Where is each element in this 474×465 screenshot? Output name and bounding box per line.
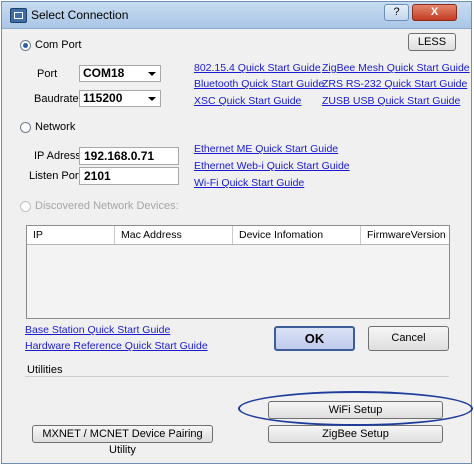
baudrate-label: Baudrate [34,93,79,105]
column-header-firmware-version[interactable]: FirmwareVersion [361,226,449,244]
ip-address-label: IP Adress [34,150,81,162]
guide-802154-link[interactable]: 802.15.4 Quick Start Guide [194,62,321,74]
column-header-ip[interactable]: IP [27,226,115,244]
column-header-mac-address[interactable]: Mac Address [115,226,233,244]
port-select-value: COM18 [83,66,125,80]
less-button[interactable]: LESS [408,33,456,51]
network-radio[interactable] [20,122,31,133]
chevron-down-icon[interactable] [148,97,156,101]
discovered-devices-table[interactable]: IP Mac Address Device Infomation Firmwar… [26,225,450,319]
guide-ethernet-webi-link[interactable]: Ethernet Web-i Quick Start Guide [194,160,350,172]
guide-xsc-link[interactable]: XSC Quick Start Guide [194,95,301,107]
title-bar[interactable]: Select Connection ? X [2,2,471,29]
baudrate-select[interactable]: 115200 [79,90,161,107]
guide-zrs-rs232-link[interactable]: ZRS RS-232 Quick Start Guide [322,78,467,90]
close-button[interactable]: X [412,4,457,21]
mxnet-mcnet-pairing-button[interactable]: MXNET / MCNET Device Pairing Utility [32,425,213,456]
listen-port-field[interactable]: 2101 [79,167,179,185]
listen-port-label: Listen Port [29,170,82,182]
guide-zigbee-mesh-link[interactable]: ZigBee Mesh Quick Start Guide [322,62,470,74]
base-station-guide-link[interactable]: Base Station Quick Start Guide [25,324,170,336]
guide-bluetooth-link[interactable]: Bluetooth Quick Start Guide [194,78,324,90]
ok-button[interactable]: OK [274,326,355,351]
baudrate-select-value: 115200 [83,91,123,105]
com-port-radio[interactable] [20,40,31,51]
chevron-down-icon[interactable] [148,72,156,76]
utilities-label: Utilities [27,364,63,376]
app-window-icon [10,8,27,23]
utilities-divider [25,376,449,377]
zigbee-setup-button[interactable]: ZigBee Setup [268,425,443,443]
port-label: Port [37,68,58,80]
column-header-device-information[interactable]: Device Infomation [233,226,361,244]
help-button[interactable]: ? [384,4,409,21]
hardware-reference-guide-link[interactable]: Hardware Reference Quick Start Guide [25,340,208,352]
discovered-devices-label: Discovered Network Devices: [35,200,179,212]
guide-ethernet-me-link[interactable]: Ethernet ME Quick Start Guide [194,143,338,155]
discovered-devices-radio[interactable] [20,201,31,212]
window-title: Select Connection [31,8,129,22]
guide-wifi-link[interactable]: Wi-Fi Quick Start Guide [194,177,304,189]
cancel-button[interactable]: Cancel [368,326,449,351]
guide-zusb-usb-link[interactable]: ZUSB USB Quick Start Guide [322,95,460,107]
wifi-setup-highlight-ellipse [238,391,473,426]
port-select[interactable]: COM18 [79,65,161,82]
network-radio-label[interactable]: Network [35,121,75,133]
table-header: IP Mac Address Device Infomation Firmwar… [27,226,449,245]
ip-address-field[interactable]: 192.168.0.71 [79,147,179,165]
com-port-radio-label[interactable]: Com Port [35,39,81,51]
